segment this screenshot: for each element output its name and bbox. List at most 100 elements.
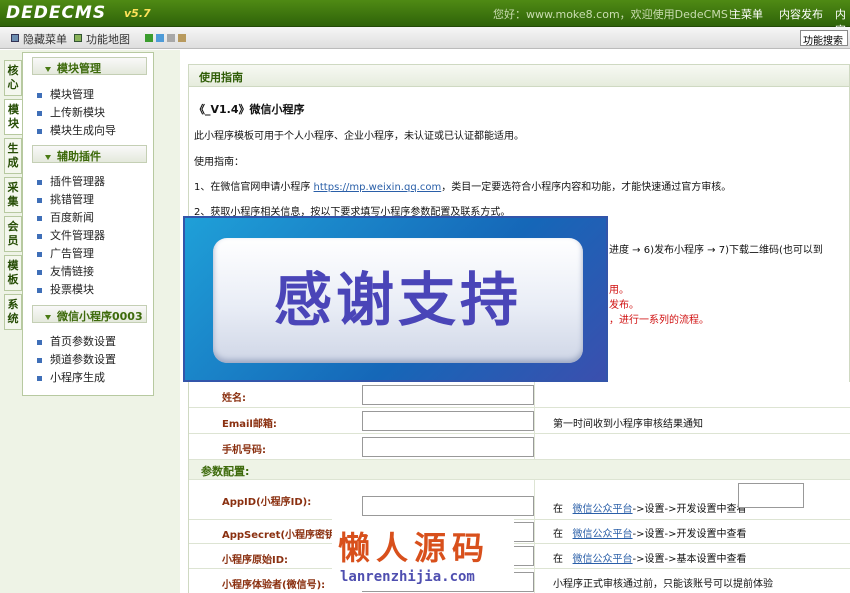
menu-item-error-manage[interactable]: 挑错管理 xyxy=(37,191,94,207)
dedecms-logo: DEDECMS xyxy=(6,3,107,23)
tester-label: 小程序体验者(微信号): xyxy=(222,580,326,591)
menu-item-label: 文件管理器 xyxy=(50,229,105,242)
skin-brown-icon[interactable] xyxy=(178,34,186,42)
menu-item-label: 挑错管理 xyxy=(50,193,94,206)
watermark-overlay: 懒人源码 lanrenzhijia.com xyxy=(332,519,514,591)
hide-menu-icon xyxy=(11,34,19,42)
tab-member-label: 会员 xyxy=(7,220,19,247)
bullet-icon xyxy=(37,287,42,293)
sub-toolbar: 隐藏菜单 功能地图 功能搜索 xyxy=(0,27,850,49)
form-row-name: 姓名: xyxy=(189,382,850,408)
menu-item-plugin-manager[interactable]: 插件管理器 xyxy=(37,173,105,189)
function-map-link[interactable]: 功能地图 xyxy=(86,31,130,47)
menu-item-label: 首页参数设置 xyxy=(50,335,116,348)
top-bar: DEDECMS v5.7 您好：www.moke8.com，欢迎使用DedeCM… xyxy=(0,0,850,37)
red-note-2: 发布。 xyxy=(609,300,639,311)
menu-item-label: 模块生成向导 xyxy=(50,124,116,137)
skin-gray-icon[interactable] xyxy=(167,34,175,42)
bullet-icon xyxy=(37,110,42,116)
bullet-icon xyxy=(37,179,42,185)
menu-item-miniprogram-generate[interactable]: 小程序生成 xyxy=(37,369,105,385)
menu-group-title: 辅助插件 xyxy=(57,150,101,163)
watermark-cn-text: 懒人源码 xyxy=(338,529,491,567)
step-1-text: 1、在微信官网申请小程序 https://mp.weixin.qq.com，类目… xyxy=(194,178,731,193)
appsecret-hint: 在 微信公众平台->设置->开发设置中查看 xyxy=(553,525,747,540)
wechat-platform-link[interactable]: 微信公众平台 xyxy=(573,504,633,515)
tab-generate[interactable]: 生成 xyxy=(4,138,22,174)
tab-module-label: 模块 xyxy=(8,103,19,130)
menu-item-ad-manage[interactable]: 广告管理 xyxy=(37,245,94,261)
menu-item-label: 小程序生成 xyxy=(50,371,105,384)
tab-module[interactable]: 模块 xyxy=(4,99,22,135)
tab-template[interactable]: 模板 xyxy=(4,255,22,291)
nav-main-menu[interactable]: 主菜单 xyxy=(730,6,763,22)
tab-core[interactable]: 核心 xyxy=(4,60,22,96)
menu-item-module-manage[interactable]: 模块管理 xyxy=(37,86,94,102)
email-hint: 第一时间收到小程序审核结果通知 xyxy=(553,419,703,430)
menu-item-module-wizard[interactable]: 模块生成向导 xyxy=(37,122,116,138)
wechat-platform-link[interactable]: 微信公众平台 xyxy=(573,529,633,540)
form-row-origin-id: 小程序原始ID: 在 微信公众平台->设置->基本设置中查看 xyxy=(189,544,850,569)
broken-image-placeholder xyxy=(738,483,804,508)
menu-item-baidu-news[interactable]: 百度新闻 xyxy=(37,209,94,225)
menu-item-vote-module[interactable]: 投票模块 xyxy=(37,281,94,297)
thanks-banner-text: 感谢支持 xyxy=(213,238,583,363)
thanks-banner-image: 感谢支持 xyxy=(183,216,608,382)
menu-group-plugins[interactable]: 辅助插件 xyxy=(32,145,147,163)
menu-item-label: 友情链接 xyxy=(50,265,94,278)
menu-item-label: 上传新模块 xyxy=(50,106,105,119)
form-row-phone: 手机号码: xyxy=(189,434,850,460)
menu-item-label: 广告管理 xyxy=(50,247,94,260)
menu-item-upload-module[interactable]: 上传新模块 xyxy=(37,104,105,120)
appid-hint: 在 微信公众平台->设置->开发设置中查看 xyxy=(553,500,747,515)
name-label: 姓名: xyxy=(222,393,246,404)
red-note-3: ，进行一系列的流程。 xyxy=(609,315,709,326)
bullet-icon xyxy=(37,197,42,203)
tab-collect-label: 采集 xyxy=(7,181,19,208)
menu-group-module-manage[interactable]: 模块管理 xyxy=(32,57,147,75)
tab-core-label: 核心 xyxy=(7,64,19,91)
skin-blue-icon[interactable] xyxy=(156,34,164,42)
tab-system[interactable]: 系统 xyxy=(4,294,22,330)
name-input[interactable] xyxy=(362,385,534,405)
watermark-url-text: lanrenzhijia.com xyxy=(340,569,475,585)
tab-system-label: 系统 xyxy=(7,298,19,325)
bullet-icon xyxy=(37,375,42,381)
wechat-platform-link[interactable]: 微信公众平台 xyxy=(573,554,633,565)
nav-content-publish[interactable]: 内容发布 xyxy=(779,6,823,22)
menu-item-friend-links[interactable]: 友情链接 xyxy=(37,263,94,279)
menu-item-label: 投票模块 xyxy=(50,283,94,296)
menu-group-wechat-miniprogram[interactable]: 微信小程序0003 xyxy=(32,305,147,323)
bullet-icon xyxy=(37,92,42,98)
email-input[interactable] xyxy=(362,411,534,431)
hide-menu-link[interactable]: 隐藏菜单 xyxy=(23,31,67,47)
weixin-link[interactable]: https://mp.weixin.qq.com xyxy=(314,182,442,193)
function-search-button[interactable]: 功能搜索 xyxy=(800,30,848,47)
menu-item-channel-settings[interactable]: 频道参数设置 xyxy=(37,351,116,367)
red-note-1: 用。 xyxy=(609,285,629,296)
step-progress-text: 进度 → 6)发布小程序 → 7)下载二维码(也可以到 xyxy=(609,245,823,256)
skin-green-icon[interactable] xyxy=(145,34,153,42)
menu-group-title: 微信小程序0003 xyxy=(57,310,143,323)
menu-item-label: 插件管理器 xyxy=(50,175,105,188)
menu-item-label: 模块管理 xyxy=(50,88,94,101)
function-map-icon xyxy=(74,34,82,42)
bullet-icon xyxy=(37,269,42,275)
appid-input[interactable] xyxy=(362,496,534,516)
tab-collect[interactable]: 采集 xyxy=(4,177,22,213)
panel-header: 使用指南 xyxy=(189,65,849,87)
phone-input[interactable] xyxy=(362,437,534,457)
menu-group-title: 模块管理 xyxy=(57,62,101,75)
guide-label: 使用指南： xyxy=(194,157,244,168)
tab-member[interactable]: 会员 xyxy=(4,216,22,252)
appsecret-path: ->设置->开发设置中查看 xyxy=(632,529,747,540)
menu-item-label: 百度新闻 xyxy=(50,211,94,224)
origin-id-hint: 在 微信公众平台->设置->基本设置中查看 xyxy=(553,550,747,565)
menu-item-file-manager[interactable]: 文件管理器 xyxy=(37,227,105,243)
tester-hint: 小程序正式审核通过前，只能该账号可以提前体验 xyxy=(553,579,773,590)
appsecret-label: AppSecret(小程序密钥): xyxy=(222,530,344,541)
bullet-icon xyxy=(37,128,42,134)
menu-item-home-settings[interactable]: 首页参数设置 xyxy=(37,333,116,349)
bullet-icon xyxy=(37,251,42,257)
welcome-text: 您好：www.moke8.com，欢迎使用DedeCMS！ xyxy=(493,8,739,21)
